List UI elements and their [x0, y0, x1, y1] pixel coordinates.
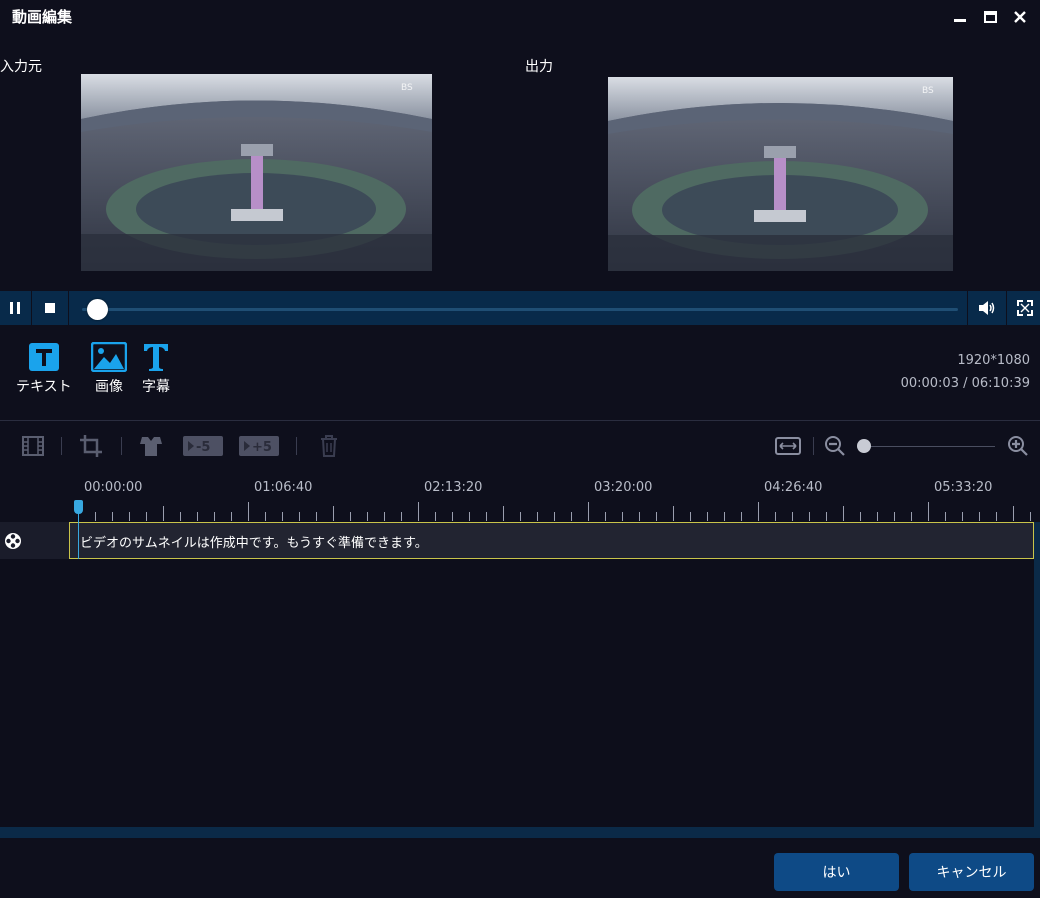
trash-icon — [321, 435, 337, 457]
timeline-empty-area — [0, 559, 1034, 827]
divider — [61, 437, 62, 455]
zoom-in-button[interactable] — [1006, 434, 1030, 458]
zoom-slider-track[interactable] — [858, 446, 995, 447]
fullscreen-button[interactable] — [1010, 291, 1040, 325]
image-icon — [91, 342, 127, 372]
ruler-tick-label: 02:13:20 — [424, 480, 483, 495]
divider — [1006, 291, 1007, 325]
svg-text:+5: +5 — [252, 440, 272, 455]
divider — [967, 291, 968, 325]
stadium-frame-image: BS — [608, 77, 953, 271]
thumbnail-status-text: ビデオのサムネイルは作成中です。もうすぐ準備できます。 — [80, 536, 428, 551]
video-track-header — [0, 522, 68, 559]
stop-button[interactable] — [35, 291, 65, 325]
fullscreen-icon — [1017, 300, 1033, 316]
ruler-tick-label: 03:20:00 — [594, 480, 653, 495]
delete-button[interactable] — [317, 434, 341, 458]
text-tool-button[interactable]: テキスト — [16, 342, 72, 396]
shirt-icon — [140, 437, 162, 456]
vertical-scrollbar[interactable] — [1034, 522, 1040, 838]
zoom-out-icon — [825, 436, 845, 456]
ruler-tick-label: 05:33:20 — [934, 480, 993, 495]
close-icon — [1014, 11, 1026, 23]
speaker-icon — [979, 301, 995, 315]
maximize-icon — [983, 11, 997, 23]
zoom-in-icon — [1008, 436, 1028, 456]
subtitle-tool-label: 字幕 — [142, 379, 170, 395]
zoom-out-button[interactable] — [823, 434, 847, 458]
text-insert-icon — [28, 343, 59, 371]
ruler-tick-label: 04:26:40 — [764, 480, 823, 495]
zoom-slider-handle[interactable] — [857, 439, 871, 453]
forward-5-button[interactable]: +5 — [239, 434, 279, 458]
cancel-button[interactable]: キャンセル — [909, 853, 1034, 891]
crop-button[interactable] — [78, 434, 104, 458]
resolution-text: 1920*1080 — [957, 353, 1030, 368]
ruler-tick-label: 01:06:40 — [254, 480, 313, 495]
svg-text:BS: BS — [922, 86, 934, 96]
trim-button[interactable] — [20, 434, 46, 458]
effect-button[interactable] — [138, 434, 164, 458]
svg-text:BS: BS — [401, 83, 413, 93]
fast-forward-icon: +5 — [239, 436, 279, 456]
output-pane-label: 出力 — [525, 59, 553, 75]
timeline-ruler[interactable] — [78, 500, 1034, 522]
title-bar: 動画編集 — [0, 0, 1040, 34]
close-button[interactable] — [1009, 6, 1031, 28]
seek-handle[interactable] — [87, 299, 108, 320]
minimize-icon — [954, 19, 966, 22]
ok-button[interactable]: はい — [774, 853, 899, 891]
rewind-icon: -5 — [183, 436, 223, 456]
divider — [296, 437, 297, 455]
seek-bar[interactable] — [82, 308, 958, 311]
minimize-button[interactable] — [949, 6, 971, 28]
source-pane-label: 入力元 — [0, 59, 42, 75]
output-video-preview: BS — [608, 77, 953, 271]
window-title: 動画編集 — [12, 8, 73, 26]
film-reel-icon — [5, 532, 21, 549]
playhead-handle[interactable] — [74, 500, 83, 514]
pause-icon — [10, 302, 20, 314]
fit-width-icon — [775, 437, 801, 455]
subtitle-icon — [144, 344, 168, 371]
text-tool-label: テキスト — [16, 379, 72, 395]
stadium-frame-image: BS — [81, 74, 432, 271]
divider — [813, 437, 814, 455]
volume-button[interactable] — [972, 291, 1002, 325]
image-tool-button[interactable]: 画像 — [91, 342, 127, 396]
playhead-line — [78, 510, 79, 559]
rewind-5-button[interactable]: -5 — [183, 434, 223, 458]
pause-button[interactable] — [0, 291, 30, 325]
ruler-tick-label: 00:00:00 — [84, 480, 143, 495]
svg-text:-5: -5 — [196, 440, 210, 455]
divider — [121, 437, 122, 455]
divider — [31, 291, 32, 325]
subtitle-tool-button[interactable]: 字幕 — [141, 342, 171, 396]
divider — [68, 291, 69, 325]
maximize-button[interactable] — [979, 6, 1001, 28]
divider — [0, 420, 1040, 421]
film-icon — [22, 436, 44, 456]
stop-icon — [45, 303, 55, 313]
crop-icon — [80, 435, 102, 457]
image-tool-label: 画像 — [95, 379, 123, 395]
source-video-preview: BS — [81, 74, 432, 271]
fit-timeline-button[interactable] — [774, 434, 802, 458]
horizontal-scrollbar[interactable] — [0, 827, 1034, 838]
time-readout: 00:00:03 / 06:10:39 — [900, 376, 1030, 391]
